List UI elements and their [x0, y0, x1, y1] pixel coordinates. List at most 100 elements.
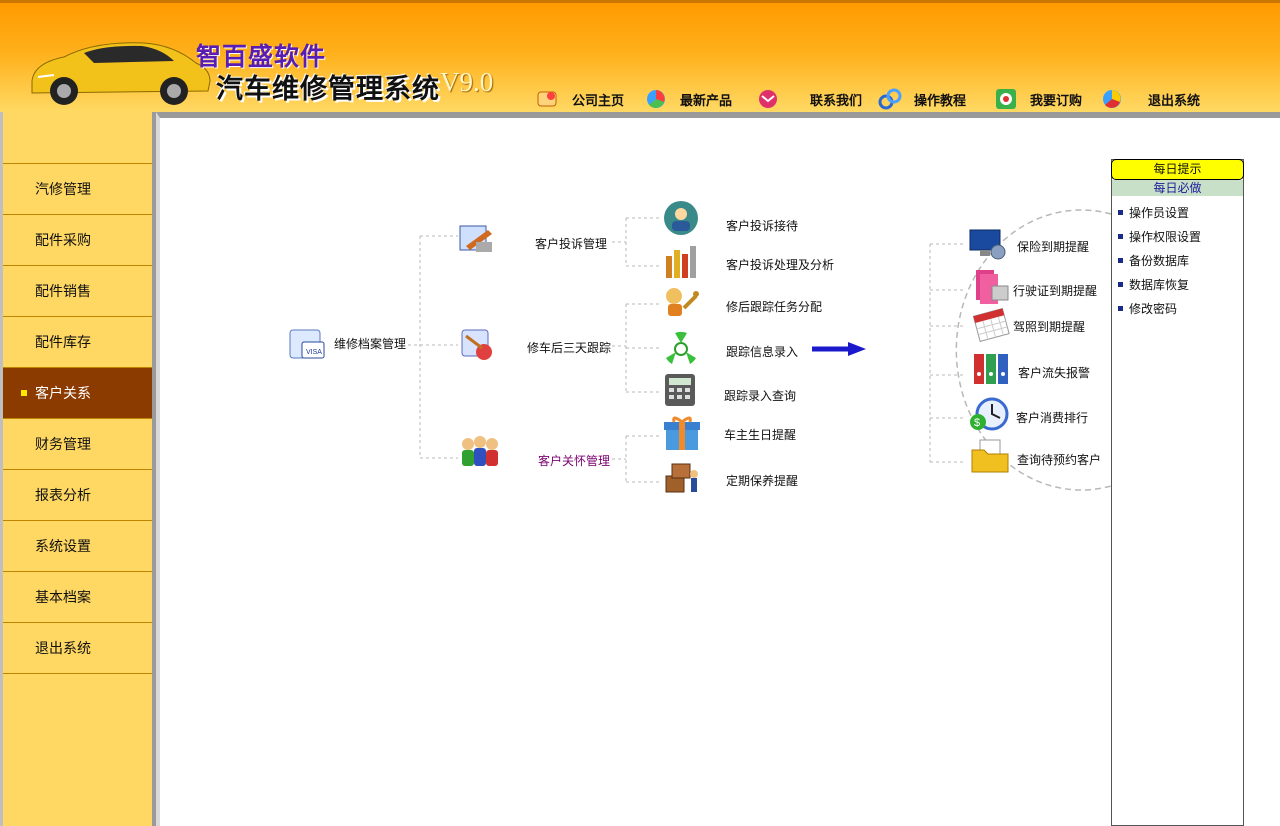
exit-icon: [1103, 90, 1121, 108]
sidebar-item-label: 系统设置: [35, 539, 91, 555]
reminder-consumption-rank-label[interactable]: 客户消费排行: [1016, 409, 1088, 426]
tips-item-password[interactable]: 修改密码: [1112, 296, 1243, 320]
child-birthday-reminder-label[interactable]: 车主生日提醒: [724, 426, 796, 443]
sidebar-item-label: 汽修管理: [35, 182, 91, 198]
branch-care-label[interactable]: 客户关怀管理: [538, 452, 610, 469]
sidebar-item-reports[interactable]: 报表分析: [3, 470, 152, 521]
svg-text:VISA: VISA: [306, 349, 322, 356]
sidebar: 汽修管理 配件采购 配件销售 配件库存 客户关系 财务管理 报表分析 系统设置 …: [0, 112, 156, 826]
reminder-customer-loss-label[interactable]: 客户流失报警: [1018, 364, 1090, 381]
product-icon: [647, 90, 665, 108]
car-logo-icon: [31, 42, 211, 105]
product-title: 汽车维修管理系统: [216, 74, 440, 105]
tips-item-label: 修改密码: [1129, 301, 1178, 316]
tips-list: 操作员设置 操作权限设置 备份数据库 数据库恢复 修改密码: [1112, 196, 1243, 320]
sidebar-spacer: [3, 112, 152, 164]
sidebar-item-crm[interactable]: 客户关系: [3, 368, 152, 419]
maintenance-boxes-icon[interactable]: [662, 460, 702, 496]
nav-contact-label: 联系我们: [810, 93, 863, 109]
sidebar-item-label: 退出系统: [35, 641, 91, 657]
reminder-pending-appointment-label[interactable]: 查询待预约客户: [1017, 451, 1101, 468]
root-node-label: 维修档案管理: [334, 336, 407, 351]
bullet-icon: [1118, 233, 1123, 239]
app-header: 智百盛软件 汽车维修管理系统 V9.0 公司主页 最新产品 联系我们 操作教程 …: [0, 0, 1280, 112]
child-complaint-reception-label[interactable]: 客户投诉接待: [726, 217, 798, 234]
tips-item-permissions[interactable]: 操作权限设置: [1112, 224, 1243, 248]
child-complaint-analysis-label[interactable]: 客户投诉处理及分析: [726, 256, 834, 273]
reminder-driver-license-label[interactable]: 驾照到期提醒: [1013, 318, 1085, 335]
sidebar-item-label: 配件库存: [35, 335, 91, 351]
sidebar-item-purchase[interactable]: 配件采购: [3, 215, 152, 266]
calendar-icon[interactable]: [970, 306, 1012, 342]
nav-order[interactable]: 我要订购: [994, 87, 1082, 111]
sidebar-item-label: 基本档案: [35, 590, 91, 606]
tips-item-label: 操作权限设置: [1129, 229, 1202, 244]
version-label: V9.0: [440, 67, 494, 97]
child-maintenance-reminder-label[interactable]: 定期保养提醒: [726, 472, 798, 489]
complaint-analysis-icon[interactable]: [662, 242, 700, 280]
tracking-entry-icon[interactable]: [662, 330, 700, 368]
nav-products-label: 最新产品: [680, 93, 733, 109]
sidebar-item-label: 客户关系: [35, 386, 91, 402]
reminder-insurance-label[interactable]: 保险到期提醒: [1017, 238, 1089, 255]
sidebar-item-sales[interactable]: 配件销售: [3, 266, 152, 317]
nav-tutorial[interactable]: 操作教程: [878, 87, 966, 111]
task-assign-key-icon[interactable]: [662, 284, 700, 320]
bullet-icon: [1118, 257, 1123, 263]
complaint-folder-icon[interactable]: [458, 220, 496, 258]
nav-order-label: 我要订购: [1030, 93, 1083, 109]
child-task-assign-label[interactable]: 修后跟踪任务分配: [726, 298, 822, 315]
order-icon: [996, 89, 1016, 109]
daily-tips-panel: 每日提示 每日必做 操作员设置 操作权限设置 备份数据库 数据库恢复 修改密码: [1111, 159, 1244, 826]
active-bullet-icon: [21, 390, 27, 396]
child-tracking-query-label[interactable]: 跟踪录入查询: [724, 387, 796, 404]
complaint-reception-icon[interactable]: [662, 199, 700, 237]
nav-exit[interactable]: 退出系统: [1100, 87, 1200, 111]
child-tracking-entry-label[interactable]: 跟踪信息录入: [726, 343, 798, 360]
nav-home-label: 公司主页: [572, 93, 625, 109]
open-folder-icon[interactable]: [970, 438, 1012, 476]
tips-title: 每日提示: [1111, 159, 1244, 180]
nav-products[interactable]: 最新产品: [644, 87, 732, 111]
customer-care-people-icon[interactable]: [458, 434, 502, 470]
tips-item-operator[interactable]: 操作员设置: [1112, 200, 1243, 224]
bullet-icon: [1118, 209, 1123, 215]
tips-item-restore[interactable]: 数据库恢复: [1112, 272, 1243, 296]
tips-item-label: 备份数据库: [1129, 253, 1190, 268]
binders-icon[interactable]: [972, 350, 1012, 386]
nav-home[interactable]: 公司主页: [536, 87, 624, 111]
nav-contact[interactable]: 联系我们: [756, 87, 862, 111]
bullet-icon: [1118, 281, 1123, 287]
root-node-repair-archive[interactable]: VISA 维修档案管理: [288, 324, 406, 362]
branch-followup-label[interactable]: 修车后三天跟踪: [527, 339, 611, 356]
bullet-icon: [1118, 305, 1123, 311]
sidebar-item-finance[interactable]: 财务管理: [3, 419, 152, 470]
calculator-icon[interactable]: [662, 372, 698, 408]
sidebar-item-inventory[interactable]: 配件库存: [3, 317, 152, 368]
sidebar-item-settings[interactable]: 系统设置: [3, 521, 152, 572]
branch-complaint-label[interactable]: 客户投诉管理: [535, 235, 607, 252]
sidebar-item-archives[interactable]: 基本档案: [3, 572, 152, 623]
sidebar-item-repair[interactable]: 汽修管理: [3, 164, 152, 215]
sidebar-item-label: 财务管理: [35, 437, 91, 453]
archive-card-icon: VISA: [289, 329, 325, 359]
tips-item-label: 数据库恢复: [1129, 277, 1190, 292]
home-icon: [537, 91, 557, 107]
tips-subtitle: 每日必做: [1112, 180, 1243, 196]
license-folder-icon[interactable]: [972, 268, 1012, 304]
tips-item-backup[interactable]: 备份数据库: [1112, 248, 1243, 272]
reminder-vehicle-license-label[interactable]: 行驶证到期提醒: [1013, 282, 1097, 299]
tutorial-icon: [878, 88, 902, 110]
sidebar-item-exit[interactable]: 退出系统: [3, 623, 152, 674]
gift-box-icon[interactable]: [662, 414, 702, 452]
sidebar-item-label: 配件采购: [35, 233, 91, 249]
contact-icon: [759, 90, 777, 108]
svg-text:$: $: [974, 417, 980, 429]
nav-tutorial-label: 操作教程: [914, 93, 967, 109]
followup-tools-icon[interactable]: [458, 326, 498, 364]
monitor-gear-icon[interactable]: [968, 226, 1008, 262]
tips-item-label: 操作员设置: [1129, 205, 1190, 220]
clock-money-icon[interactable]: $: [968, 396, 1010, 434]
sidebar-item-label: 报表分析: [35, 488, 91, 504]
nav-exit-label: 退出系统: [1148, 93, 1201, 109]
